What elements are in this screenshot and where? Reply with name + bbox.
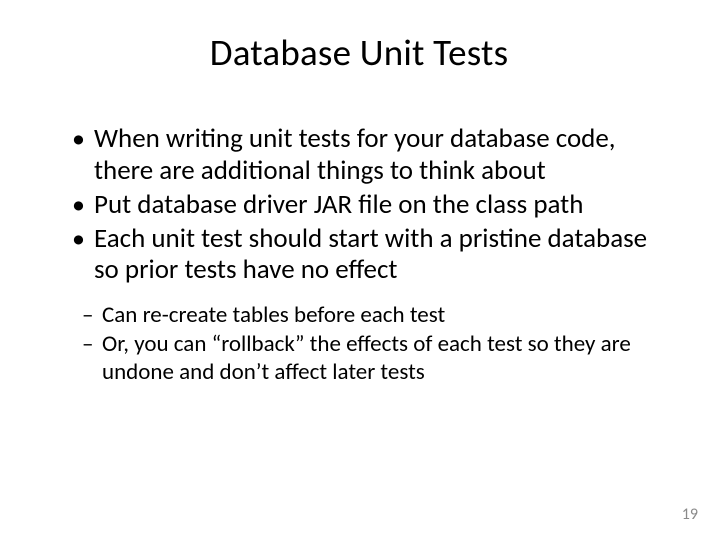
list-item: When writing unit tests for your databas… [72, 123, 670, 187]
sub-list: Can re-create tables before each test Or… [48, 302, 670, 385]
list-item: Each unit test should start with a prist… [72, 223, 670, 287]
bullet-list: When writing unit tests for your databas… [48, 123, 670, 286]
page-number: 19 [682, 505, 698, 524]
list-item: Can re-create tables before each test [82, 302, 670, 329]
slide-title: Database Unit Tests [48, 30, 670, 75]
list-item: Or, you can “rollback” the effects of ea… [82, 331, 670, 385]
list-item: Put database driver JAR file on the clas… [72, 189, 670, 221]
